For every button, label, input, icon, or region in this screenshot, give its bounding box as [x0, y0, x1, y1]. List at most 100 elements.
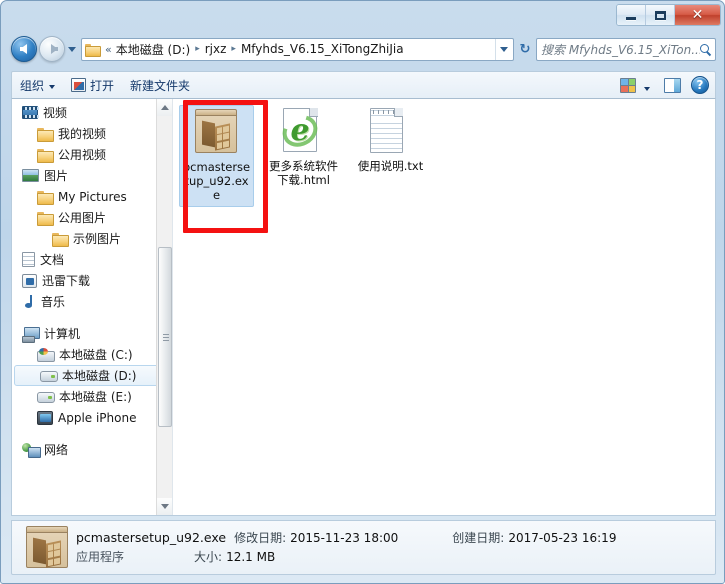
triangle-up-icon	[161, 105, 169, 110]
sidebar-item-label: 音乐	[41, 295, 66, 309]
address-bar-row: « 本地磁盘 (D:) ▸ rjxz ▸ Mfyhds_V6.15_XiTong…	[1, 33, 724, 65]
sidebar-item[interactable]: 公用图片	[12, 207, 172, 228]
scrollbar-thumb[interactable]	[158, 247, 172, 427]
breadcrumb-item-current[interactable]: Mfyhds_V6.15_XiTongZhiJia	[241, 42, 404, 56]
computer-icon	[22, 326, 40, 343]
drive-icon	[37, 391, 55, 403]
refresh-button[interactable]: ↻	[514, 38, 536, 61]
iphone-icon	[37, 410, 53, 425]
pictures-icon	[22, 169, 39, 182]
folder-icon	[37, 127, 54, 142]
status-created-label: 创建日期:	[452, 530, 505, 545]
status-file-name: pcmastersetup_u92.exe	[76, 529, 227, 545]
explorer-window: ✕ « 本地磁盘 (D:) ▸ rjxz ▸ Mfyhds_V6.15_XiTo…	[0, 0, 725, 584]
download-icon	[22, 273, 37, 288]
back-arrow-icon	[19, 44, 27, 54]
music-icon	[22, 294, 36, 309]
window-controls: ✕	[616, 4, 721, 26]
sidebar-item-label: 网络	[44, 443, 69, 457]
sidebar-item-label: My Pictures	[58, 189, 127, 204]
file-item[interactable]: 使用说明.txt	[353, 105, 428, 177]
status-file-icon	[24, 525, 68, 570]
nav-group-spacer	[12, 312, 172, 323]
sidebar-item[interactable]: 示例图片	[12, 228, 172, 249]
file-name-label: pcmastersetup_u92.exe	[182, 160, 251, 202]
address-dropdown-button[interactable]	[495, 38, 511, 60]
folder-icon	[37, 148, 54, 163]
help-icon[interactable]: ?	[691, 76, 709, 94]
sidebar-item[interactable]: 视频	[12, 102, 172, 123]
explorer-body: 视频我的视频公用视频图片 My Pictures 公用图片示例图片 文档迅雷下载音乐计…	[11, 99, 716, 516]
folder-icon	[52, 232, 69, 247]
close-icon: ✕	[691, 7, 704, 23]
breadcrumb-item-drive[interactable]: 本地磁盘 (D:)	[116, 41, 190, 58]
video-icon	[22, 106, 39, 119]
toolbar-right-group: ?	[620, 76, 715, 95]
breadcrumb-item-rjxz[interactable]: rjxz	[205, 42, 227, 56]
sidebar-item[interactable]: 音乐	[12, 291, 172, 312]
back-button[interactable]	[11, 36, 37, 62]
sidebar-item[interactable]: 计算机	[12, 323, 172, 344]
sidebar-item[interactable]: My Pictures	[12, 186, 172, 207]
sidebar-item-label: Apple iPhone	[58, 410, 137, 425]
sidebar-item-label: 示例图片	[73, 232, 122, 246]
sidebar-item[interactable]: 迅雷下载	[12, 270, 172, 291]
refresh-icon: ↻	[519, 41, 531, 57]
file-list-pane[interactable]: pcmastersetup_u92.exe e 更多系统软件下载.html 使用说明.…	[172, 99, 715, 515]
scroll-up-button[interactable]	[157, 99, 172, 116]
address-bar[interactable]: « 本地磁盘 (D:) ▸ rjxz ▸ Mfyhds_V6.15_XiTong…	[81, 37, 514, 61]
navigation-pane: 视频我的视频公用视频图片 My Pictures 公用图片示例图片 文档迅雷下载音乐计…	[12, 99, 172, 515]
document-icon	[22, 252, 35, 267]
sidebar-item-label: 本地磁盘 (D:)	[62, 369, 137, 383]
sidebar-item[interactable]: 公用视频	[12, 144, 172, 165]
scroll-down-button[interactable]	[157, 498, 172, 515]
folder-icon	[85, 43, 101, 57]
sidebar-item-label: 本地磁盘 (E:)	[59, 390, 132, 404]
sidebar-item-label: 本地磁盘 (C:)	[59, 348, 133, 362]
txt-icon	[367, 108, 415, 156]
change-view-icon[interactable]	[620, 77, 636, 93]
exe-icon	[193, 109, 241, 157]
new-folder-button[interactable]: 新建文件夹	[122, 74, 198, 96]
sidebar-item-label: 我的视频	[58, 127, 107, 141]
sidebar-item[interactable]: 本地磁盘 (E:)	[12, 386, 172, 407]
sidebar-item[interactable]: 本地磁盘 (C:)	[12, 344, 172, 365]
maximize-button[interactable]	[646, 5, 675, 25]
breadcrumb-separator-icon: ▸	[231, 44, 236, 54]
chevron-down-icon	[499, 46, 508, 52]
sidebar-item[interactable]: 图片	[12, 165, 172, 186]
triangle-down-icon	[161, 504, 169, 509]
file-item[interactable]: e 更多系统软件下载.html	[266, 105, 341, 191]
history-dropdown-button[interactable]	[65, 36, 79, 62]
open-button[interactable]: 打开	[63, 74, 122, 96]
sidebar-item[interactable]: 文档	[12, 249, 172, 270]
sidebar-item[interactable]: Apple iPhone	[12, 407, 172, 428]
sidebar-scrollbar[interactable]	[156, 99, 172, 515]
forward-arrow-icon	[50, 44, 58, 54]
status-size-value: 12.1 MB	[226, 549, 276, 564]
organize-button[interactable]: 组织	[12, 74, 63, 96]
file-item[interactable]: pcmastersetup_u92.exe	[179, 105, 254, 207]
file-name-label: 更多系统软件下载.html	[269, 159, 338, 187]
status-modified-label: 修改日期:	[234, 530, 287, 545]
sidebar-item-label: 文档	[40, 253, 65, 267]
view-dropdown-button[interactable]	[644, 76, 650, 95]
search-placeholder: 搜索 Mfyhds_V6.15_XiTon...	[541, 42, 700, 57]
search-input[interactable]: 搜索 Mfyhds_V6.15_XiTon...	[536, 37, 716, 61]
minimize-button[interactable]	[617, 5, 646, 25]
title-bar: ✕	[1, 1, 724, 31]
html-icon: e	[276, 108, 328, 156]
sidebar-item-label: 图片	[44, 169, 69, 183]
forward-button[interactable]	[39, 36, 65, 62]
sidebar-item[interactable]: 本地磁盘 (D:)	[14, 365, 168, 386]
breadcrumb-overflow-icon[interactable]: «	[105, 43, 112, 56]
preview-pane-icon[interactable]	[664, 77, 681, 93]
file-grid: pcmastersetup_u92.exe e 更多系统软件下载.html 使用说明.…	[179, 105, 715, 207]
details-status-bar: pcmastersetup_u92.exe 修改日期: 2015-11-23 1…	[11, 520, 716, 575]
sidebar-item[interactable]: 网络	[12, 439, 172, 460]
status-size-label: 大小:	[194, 549, 223, 564]
sidebar-item[interactable]: 我的视频	[12, 123, 172, 144]
close-button[interactable]: ✕	[675, 5, 720, 25]
breadcrumb-separator-icon: ▸	[195, 44, 200, 54]
command-toolbar: 组织 打开 新建文件夹 ?	[11, 71, 716, 99]
